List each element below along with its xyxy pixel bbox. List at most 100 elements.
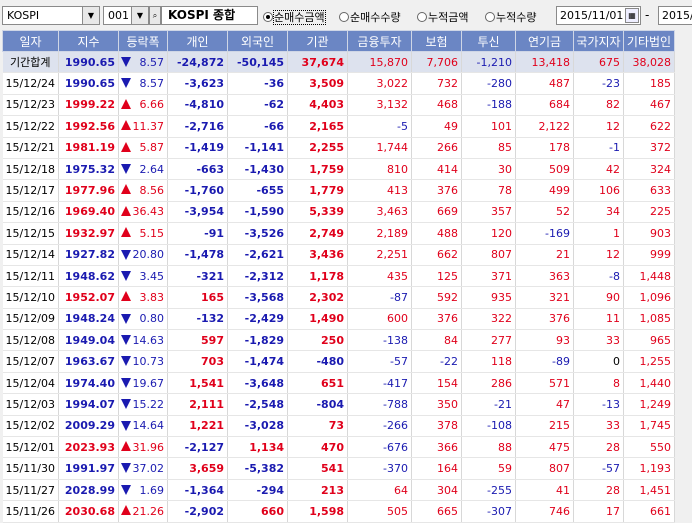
- toolbar: KOSPI ▼ 001 ▼ ⌕ KOSPI 종합 순매수금액 순매수수량 누적금…: [0, 0, 692, 30]
- value-cell: -2,548: [227, 393, 288, 416]
- column-header[interactable]: 지수: [58, 30, 119, 52]
- change-value: 14.63: [132, 333, 165, 347]
- value-cell: 178: [515, 137, 574, 159]
- column-header[interactable]: 국가지자: [573, 30, 624, 52]
- value-cell: 59: [461, 457, 516, 480]
- value-cell: 807: [461, 244, 516, 266]
- table-row[interactable]: 15/12/09 1948.24 0.80 -132 -2,429 1,490 600 376…: [2, 308, 675, 331]
- chevron-down-icon[interactable]: ▼: [82, 7, 99, 24]
- table-row[interactable]: 15/12/08 1949.04 14.63 597 -1,829 250 -138 84 27…: [2, 329, 675, 352]
- down-triangle-icon: [121, 78, 131, 89]
- value-cell: -1,829: [227, 329, 288, 352]
- value-cell: -132: [167, 308, 228, 331]
- calendar-icon[interactable]: ▦: [625, 8, 639, 23]
- change-value: 1.69: [139, 483, 165, 497]
- table-row[interactable]: 15/12/16 1969.40 36.43 -3,954 -1,590 5,339 3,4…: [2, 201, 675, 224]
- table-row[interactable]: 15/12/18 1975.32 2.64 -663 -1,430 1,759 810 414…: [2, 158, 675, 181]
- radio-net-buy-amount[interactable]: 순매수금액: [263, 9, 326, 25]
- value-cell: 376: [411, 179, 462, 202]
- value-cell: 3,132: [347, 94, 412, 117]
- column-header[interactable]: 외국인: [227, 30, 288, 52]
- column-header[interactable]: 보험: [411, 30, 462, 52]
- table-body: 기간합계 1990.65 8.57 -24,872 -50,145 37,674 15,87…: [2, 51, 675, 523]
- column-header[interactable]: 연기금: [515, 30, 574, 52]
- value-cell: 15,870: [347, 51, 412, 74]
- table-row[interactable]: 15/12/23 1999.22 6.66 -4,810 -62 4,403 3,132 46…: [2, 94, 675, 117]
- value-cell: -62: [227, 94, 288, 117]
- market-select[interactable]: KOSPI ▼: [2, 6, 100, 25]
- radio-cumulative-amount[interactable]: 누적금액: [417, 9, 468, 24]
- value-cell: -655: [227, 179, 288, 202]
- value-cell: 541: [287, 457, 348, 480]
- value-cell: -3,648: [227, 372, 288, 395]
- table-row[interactable]: 15/12/02 2009.29 14.64 1,221 -3,028 73 -266 378…: [2, 415, 675, 438]
- value-cell: 378: [411, 415, 462, 438]
- table-row[interactable]: 15/12/14 1927.82 20.80 -1,478 -2,621 3,436 2,2…: [2, 244, 675, 266]
- change-cell: 10.73: [118, 350, 168, 373]
- column-header[interactable]: 기관: [287, 30, 348, 52]
- table-row[interactable]: 15/12/22 1992.56 11.37 -2,716 -66 2,165 -5 49 10…: [2, 115, 675, 138]
- table-row[interactable]: 15/12/07 1963.67 10.73 703 -1,474 -480 -57 -22 1…: [2, 350, 675, 373]
- summary-row[interactable]: 기간합계 1990.65 8.57 -24,872 -50,145 37,674 15,87…: [2, 51, 675, 74]
- chevron-down-icon[interactable]: ▼: [131, 7, 148, 24]
- column-header[interactable]: 기타법인: [623, 30, 675, 52]
- value-cell: 165: [167, 286, 228, 309]
- radio-cumulative-qty[interactable]: 누적수량: [485, 9, 536, 24]
- start-date-field[interactable]: 2015/11/01 ▦: [556, 6, 641, 25]
- table-row[interactable]: 15/12/04 1974.40 19.67 1,541 -3,648 651 -417 15…: [2, 372, 675, 395]
- value-cell: 266: [411, 137, 462, 159]
- table-row[interactable]: 15/12/01 2023.93 31.96 -2,127 1,134 470 -676 36…: [2, 436, 675, 459]
- value-cell: -676: [347, 436, 412, 459]
- date-cell: 15/12/11: [2, 265, 59, 288]
- radio-net-buy-qty[interactable]: 순매수수량: [339, 9, 401, 24]
- column-header[interactable]: 금융투자: [347, 30, 412, 52]
- change-value: 11.37: [132, 119, 165, 133]
- search-icon[interactable]: ⌕: [149, 6, 161, 25]
- value-cell: 488: [411, 222, 462, 245]
- value-cell: 12: [573, 115, 624, 138]
- value-cell: 633: [623, 179, 675, 202]
- change-cell: 20.80: [118, 244, 168, 266]
- table-row[interactable]: 15/11/26 2030.68 21.26 -2,902 660 1,598 505 665…: [2, 500, 675, 523]
- change-value: 20.80: [132, 248, 165, 262]
- value-cell: 746: [515, 500, 574, 523]
- value-cell: -24,872: [167, 51, 228, 74]
- value-cell: 3,659: [167, 457, 228, 480]
- value-cell: 684: [515, 94, 574, 117]
- index-title: KOSPI 종합: [161, 6, 258, 25]
- value-cell: 2,251: [347, 244, 412, 266]
- value-cell: 2,255: [287, 137, 348, 159]
- code-select[interactable]: 001 ▼: [103, 6, 149, 25]
- column-header[interactable]: 개인: [167, 30, 228, 52]
- value-cell: -2,429: [227, 308, 288, 331]
- table-row[interactable]: 15/11/30 1991.97 37.02 3,659 -5,382 541 -370 16…: [2, 457, 675, 480]
- value-cell: 1,249: [623, 393, 675, 416]
- value-cell: 2,165: [287, 115, 348, 138]
- end-date-field[interactable]: 2015/: [658, 6, 692, 25]
- value-cell: 42: [573, 158, 624, 181]
- value-cell: 376: [515, 308, 574, 331]
- table-row[interactable]: 15/12/11 1948.62 3.45 -321 -2,312 1,178 435 125…: [2, 265, 675, 288]
- value-cell: -321: [167, 265, 228, 288]
- value-cell: -294: [227, 479, 288, 502]
- column-header[interactable]: 일자: [2, 30, 59, 52]
- table-row[interactable]: 15/12/15 1932.97 5.15 -91 -3,526 2,749 2,189 48…: [2, 222, 675, 245]
- table-row[interactable]: 15/12/03 1994.07 15.22 2,111 -2,548 -804 -788 3…: [2, 393, 675, 416]
- column-header[interactable]: 등락폭: [118, 30, 168, 52]
- value-cell: 1,193: [623, 457, 675, 480]
- column-header[interactable]: 투신: [461, 30, 516, 52]
- table-row[interactable]: 15/12/17 1977.96 8.56 -1,760 -655 1,779 413 376…: [2, 179, 675, 202]
- value-cell: -4,810: [167, 94, 228, 117]
- date-cell: 15/12/18: [2, 158, 59, 181]
- value-cell: -1,141: [227, 137, 288, 159]
- table-row[interactable]: 15/12/21 1981.19 5.87 -1,419 -1,141 2,255 1,74…: [2, 137, 675, 159]
- value-cell: 550: [623, 436, 675, 459]
- table-row[interactable]: 15/12/24 1990.65 8.57 -3,623 -36 3,509 3,022 73…: [2, 72, 675, 95]
- value-cell: -1,474: [227, 350, 288, 373]
- index-cell: 1974.40: [58, 372, 119, 395]
- table-row[interactable]: 15/12/10 1952.07 3.83 165 -3,568 2,302 -87 592 9…: [2, 286, 675, 309]
- value-cell: 3,463: [347, 201, 412, 224]
- radio-dot-icon: [485, 12, 495, 22]
- change-value: 19.67: [132, 376, 165, 390]
- table-row[interactable]: 15/11/27 2028.99 1.69 -1,364 -294 213 64 304 -25…: [2, 479, 675, 502]
